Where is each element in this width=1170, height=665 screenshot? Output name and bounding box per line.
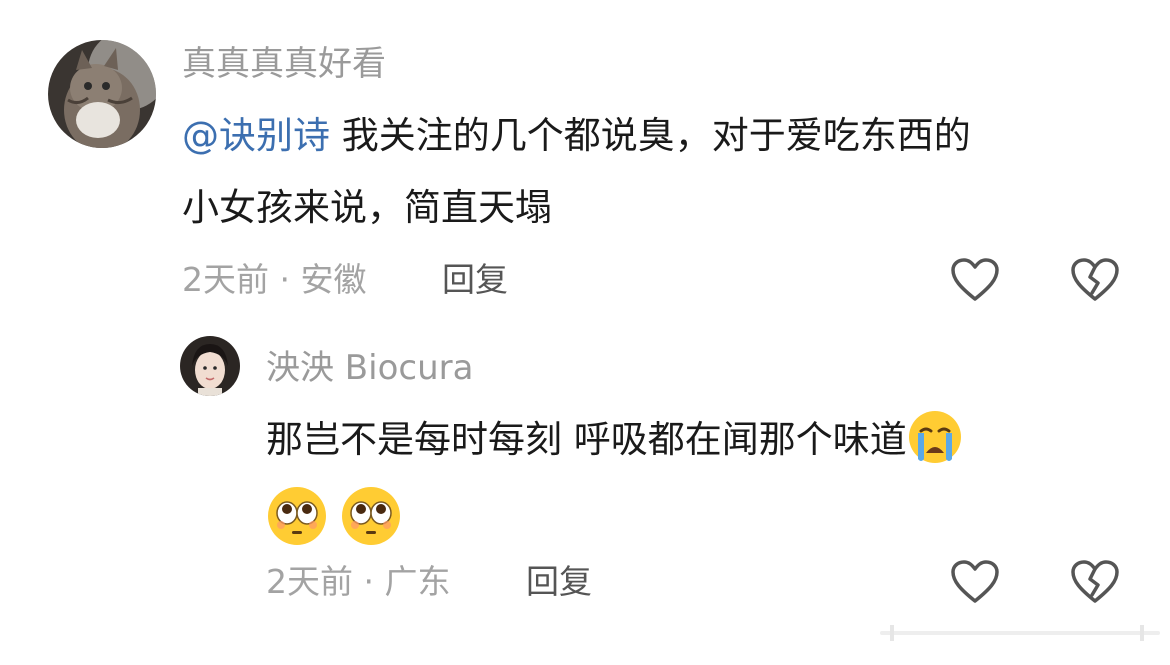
avatar[interactable] (180, 336, 240, 396)
comment-line: @诀别诗 我关注的几个都说臭，对于爱吃东西的 (182, 100, 1142, 172)
mention-link[interactable]: @诀别诗 (182, 114, 330, 157)
comment-line-2: 小女孩来说，简直天塌 (182, 186, 552, 229)
broken-heart-icon[interactable] (1070, 559, 1120, 605)
face-holding-back-tears-emoji-icon (268, 486, 326, 545)
heart-icon[interactable] (950, 257, 1000, 303)
comment-line-1: 那岂不是每时每刻 呼吸都在闻那个味道 (266, 418, 907, 461)
comment-line-1: 我关注的几个都说臭，对于爱吃东西的 (330, 114, 971, 157)
comment-item: 真真真真好看 @诀别诗 我关注的几个都说臭，对于爱吃东西的 小女孩来说，简直天塌… (0, 0, 1170, 320)
emoji-line (266, 478, 1146, 550)
comment-text: 那岂不是每时每刻 呼吸都在闻那个味道 (266, 404, 1146, 550)
username[interactable]: 真真真真好看 (182, 44, 386, 84)
reply-button[interactable]: 回复 (442, 260, 508, 300)
user-avatar-image (180, 336, 240, 396)
timestamp-location: 2天前 · 广东 (266, 562, 451, 601)
avatar[interactable] (48, 40, 156, 148)
face-holding-back-tears-emoji-icon (341, 486, 400, 545)
comment-line: 那岂不是每时每刻 呼吸都在闻那个味道 (266, 404, 1146, 476)
watermark-graphic (880, 625, 1160, 641)
timestamp-location: 2天前 · 安徽 (182, 260, 367, 299)
reply-button[interactable]: 回复 (526, 562, 592, 602)
reply-comment-item: 泱泱 Biocura 那岂不是每时每刻 呼吸都在闻那个味道 2天前 · 广东 回… (0, 320, 1170, 640)
crying-face-emoji-icon (908, 410, 961, 463)
broken-heart-icon[interactable] (1070, 257, 1120, 303)
comment-text: @诀别诗 我关注的几个都说臭，对于爱吃东西的 小女孩来说，简直天塌 (182, 100, 1142, 244)
username[interactable]: 泱泱 Biocura (266, 348, 473, 388)
heart-icon[interactable] (950, 559, 1000, 605)
cat-avatar-image (48, 40, 156, 148)
